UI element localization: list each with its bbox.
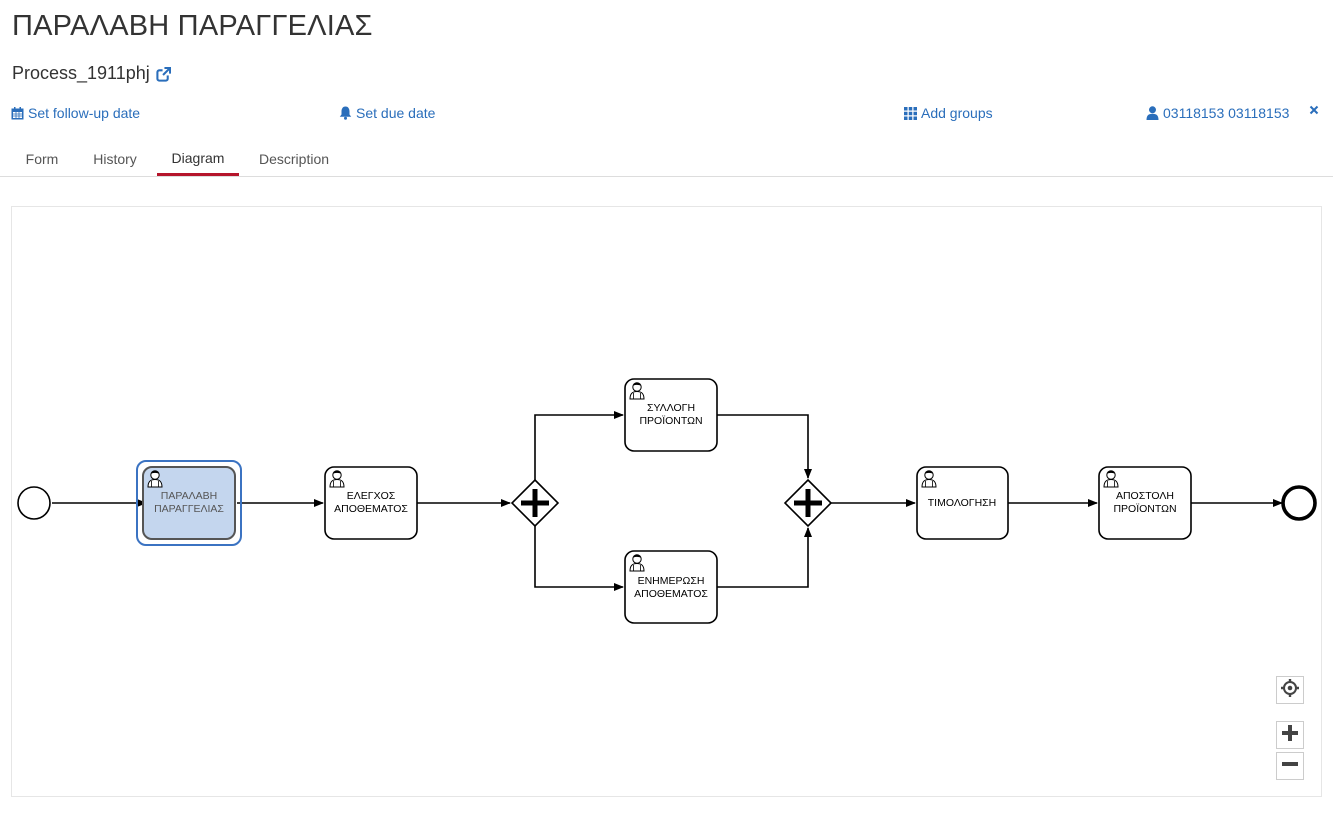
assignee-link[interactable]: 03118153 03118153 [1146,105,1289,121]
crosshair-icon [1280,678,1300,703]
task-label-line: ΤΙΜΟΛΟΓΗΣΗ [928,497,996,509]
grid-icon [904,106,917,120]
start-event[interactable] [17,486,51,520]
task-label-line: ΑΠΟΣΤΟΛΗ [1116,490,1174,502]
reset-zoom-button[interactable] [1276,676,1304,704]
task-label-line: ΕΝΗΜΕΡΩΣΗ [638,575,705,587]
tab-diagram[interactable]: Diagram [157,143,239,176]
task-label-line: ΠΑΡΑΛΑΒΗ [161,490,217,502]
task-collect-products[interactable]: ΣΥΛΛΟΓΗ ΠΡΟΪΟΝΤΩΝ [624,378,718,452]
assignee-label: 03118153 03118153 [1163,105,1290,121]
set-follow-up-date-label: Set follow-up date [28,105,141,121]
close-icon [1309,105,1319,115]
page-title: ΠΑΡΑΛΑΒΗ ΠΑΡΑΓΓΕΛΙΑΣ [12,10,373,42]
minus-icon [1281,755,1299,778]
tab-bar: Form History Diagram Description [0,143,1333,177]
task-invoicing[interactable]: ΤΙΜΟΛΟΓΗΣΗ [916,466,1009,540]
calendar-icon [11,106,24,120]
bpmn-diagram: ΠΑΡΑΛΑΒΗ ΠΑΡΑΓΓΕΛΙΑΣ ΕΛΕΓΧΟΣ ΑΠΟΘΕΜΑΤΟΣ … [17,378,1317,624]
task-label-line: ΕΛΕΓΧΟΣ [347,490,396,502]
zoom-out-button[interactable] [1276,752,1304,780]
parallel-gateway-split[interactable] [510,478,560,528]
task-label-line: ΑΠΟΘΕΜΑΤΟΣ [334,503,408,515]
task-update-stock[interactable]: ΕΝΗΜΕΡΩΣΗ ΑΠΟΘΕΜΑΤΟΣ [624,550,718,624]
set-due-date-label: Set due date [356,105,436,121]
add-groups-label: Add groups [921,105,993,121]
external-link-icon[interactable] [156,66,171,82]
add-groups-link[interactable]: Add groups [904,105,993,121]
task-stock-check[interactable]: ΕΛΕΓΧΟΣ ΑΠΟΘΕΜΑΤΟΣ [324,466,418,540]
parallel-gateway-join[interactable] [783,478,833,528]
diagram-canvas[interactable]: ΠΑΡΑΛΑΒΗ ΠΑΡΑΓΓΕΛΙΑΣ ΕΛΕΓΧΟΣ ΑΠΟΘΕΜΑΤΟΣ … [11,206,1322,797]
tab-form[interactable]: Form [16,143,68,174]
task-label-line: ΠΡΟΪΟΝΤΩΝ [1113,503,1176,515]
task-label-line: ΣΥΛΛΟΓΗ [647,402,695,414]
task-receive-order[interactable]: ΠΑΡΑΛΑΒΗ ΠΑΡΑΓΓΕΛΙΑΣ [142,466,236,540]
set-follow-up-date-link[interactable]: Set follow-up date [11,105,140,121]
tab-history[interactable]: History [82,143,148,174]
plus-icon [1281,724,1299,747]
process-link[interactable]: Process_1911phj [12,63,171,84]
task-ship-products[interactable]: ΑΠΟΣΤΟΛΗ ΠΡΟΪΟΝΤΩΝ [1098,466,1192,540]
end-event[interactable] [1281,485,1317,521]
user-icon [1146,106,1159,120]
task-label-line: ΠΡΟΪΟΝΤΩΝ [639,415,702,427]
tab-description[interactable]: Description [248,143,340,174]
task-label-line: ΠΑΡΑΓΓΕΛΙΑΣ [154,503,224,515]
bell-icon [339,106,352,120]
task-label-line: ΑΠΟΘΕΜΑΤΟΣ [634,588,708,600]
remove-assignee-button[interactable] [1309,105,1319,115]
set-due-date-link[interactable]: Set due date [339,105,435,121]
process-name: Process_1911phj [12,63,150,83]
zoom-in-button[interactable] [1276,721,1304,749]
